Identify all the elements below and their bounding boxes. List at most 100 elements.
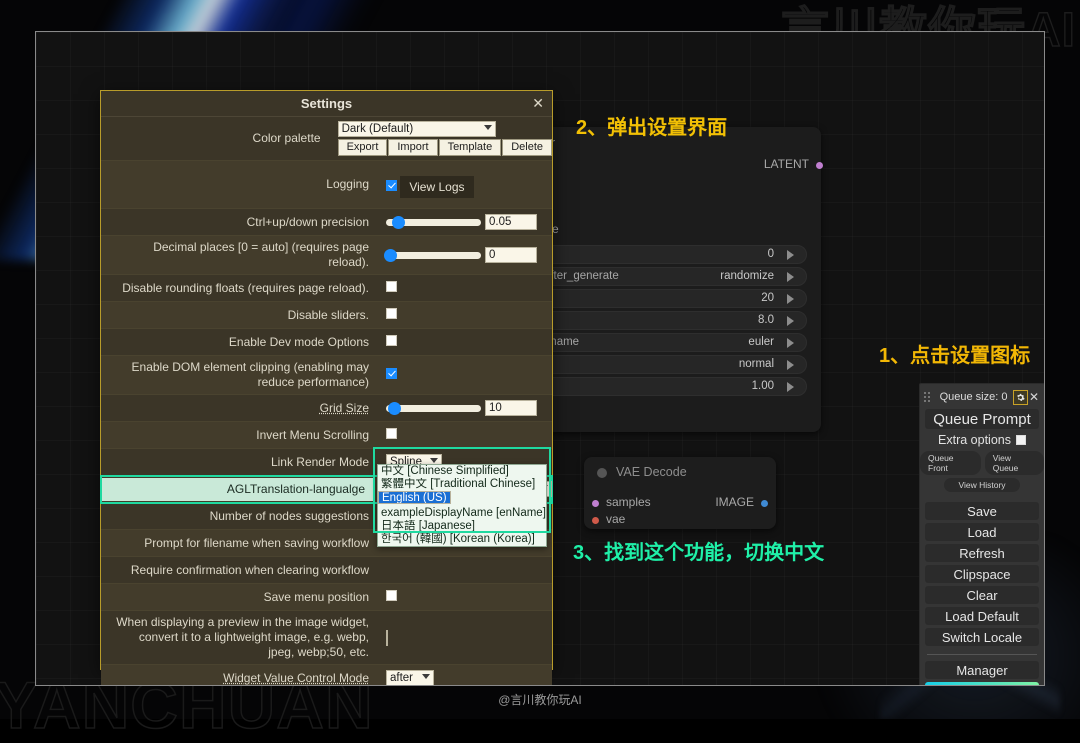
menu-header: Queue size: 0 ✕ (920, 384, 1044, 407)
widget-value-mode-select[interactable]: after (386, 670, 434, 685)
setting-control: Dark (Default) Export Import Template De… (330, 118, 552, 159)
settings-dialog: Settings ✕ Color palette Dark (Default) … (100, 90, 553, 685)
setting-label: Enable DOM element clipping (enabling ma… (131, 360, 369, 389)
annotation-step-1: 1、点击设置图标 (879, 345, 1031, 367)
save-button[interactable]: Save (925, 502, 1039, 520)
disable-sliders-checkbox[interactable] (386, 308, 397, 319)
setting-label: Color palette (252, 131, 321, 145)
palette-delete-button[interactable]: Delete (502, 139, 552, 156)
grid-size-slider[interactable] (386, 401, 481, 415)
language-option[interactable]: 繁體中文 [Traditional Chinese] (378, 478, 546, 491)
annotation-step-2: 2、弹出设置界面 (576, 117, 728, 139)
language-option[interactable]: 日本語 [Japanese] (378, 520, 546, 533)
save-menu-position-checkbox[interactable] (386, 590, 397, 601)
node-input-samples[interactable]: samples (592, 495, 651, 512)
node-output-latent[interactable]: LATENT (764, 157, 823, 174)
extra-options-label: Extra options (938, 433, 1011, 447)
chevron-right-icon[interactable] (787, 338, 794, 348)
setting-row-grid-size: Grid Size 10 (101, 395, 552, 422)
view-logs-button[interactable]: View Logs (400, 175, 474, 198)
decimal-places-value[interactable]: 0 (485, 247, 537, 263)
node-vae-decode[interactable]: VAE Decode samples vae IMAGE (584, 457, 776, 529)
setting-control (378, 587, 552, 607)
switch-locale-button[interactable]: Switch Locale (925, 628, 1039, 646)
chevron-right-icon[interactable] (787, 382, 794, 392)
widget-value: 20 (761, 292, 774, 304)
input-label: samples (606, 495, 651, 509)
invert-menu-checkbox[interactable] (386, 428, 397, 439)
preview-format-input[interactable] (386, 629, 388, 646)
chevron-right-icon[interactable] (787, 250, 794, 260)
decimal-places-slider[interactable] (384, 248, 481, 262)
view-queue-button[interactable]: View Queue (984, 451, 1044, 475)
setting-control (378, 567, 552, 573)
ctrl-precision-slider[interactable] (386, 215, 481, 229)
share-button[interactable]: Share (925, 682, 1039, 685)
palette-import-button[interactable]: Import (388, 139, 438, 156)
settings-gear-button[interactable] (1013, 389, 1028, 405)
ctrl-precision-value[interactable]: 0.05 (485, 214, 537, 230)
clipspace-button[interactable]: Clipspace (925, 565, 1039, 583)
manager-button[interactable]: Manager (925, 661, 1039, 679)
chevron-right-icon[interactable] (787, 294, 794, 304)
agl-language-options-list[interactable]: 中文 [Chinese Simplified] 繁體中文 [Traditiona… (377, 464, 547, 547)
color-palette-select[interactable]: Dark (Default) (337, 121, 496, 137)
setting-control (378, 332, 552, 352)
node-input-vae[interactable]: vae (592, 512, 625, 529)
load-button[interactable]: Load (925, 523, 1039, 541)
chevron-down-icon (422, 674, 430, 679)
palette-export-button[interactable]: Export (337, 139, 388, 156)
setting-control: after (378, 667, 552, 685)
setting-row-dev-mode: Enable Dev mode Options (101, 329, 552, 356)
chevron-down-icon (483, 125, 492, 130)
close-menu-button[interactable]: ✕ (1028, 391, 1040, 403)
extra-options-row[interactable]: Extra options (920, 432, 1044, 448)
chevron-right-icon[interactable] (787, 272, 794, 282)
comfy-menu-panel: Queue size: 0 ✕ Queue Prompt Extra optio… (919, 383, 1044, 685)
extra-options-checkbox[interactable] (1015, 435, 1026, 445)
drag-handle-icon[interactable] (924, 391, 932, 403)
collapse-icon[interactable] (597, 468, 607, 478)
grid-size-value[interactable]: 10 (485, 400, 537, 416)
setting-label: When displaying a preview in the image w… (116, 615, 369, 659)
node-title: VAE Decode (616, 465, 687, 479)
language-option[interactable]: 中文 [Chinese Simplified] (378, 465, 546, 478)
setting-row-invert-menu: Invert Menu Scrolling (101, 422, 552, 449)
widget-value: randomize (720, 270, 774, 282)
language-option-selected[interactable]: English (US) (378, 491, 451, 504)
chevron-right-icon[interactable] (787, 316, 794, 326)
settings-header: Settings ✕ (101, 91, 552, 117)
load-default-button[interactable]: Load Default (925, 607, 1039, 625)
language-option[interactable]: exampleDisplayName [enName] (378, 507, 546, 520)
annotation-step-3: 3、找到这个功能，切换中文 (573, 542, 825, 564)
language-option[interactable]: 한국어 (韓國) [Korean (Korea)] (378, 533, 546, 546)
image-port-dot[interactable] (761, 500, 768, 507)
queue-prompt-button[interactable]: Queue Prompt (925, 409, 1039, 429)
disable-rounding-checkbox[interactable] (386, 281, 397, 292)
settings-title: Settings (300, 96, 353, 111)
settings-close-button[interactable]: ✕ (532, 91, 544, 116)
clear-button[interactable]: Clear (925, 586, 1039, 604)
setting-row-preview-format: When displaying a preview in the image w… (101, 611, 552, 665)
setting-label: Link Render Mode (270, 454, 369, 469)
setting-row-widget-value-mode: Widget Value Control Mode after (101, 665, 552, 685)
setting-control (378, 628, 552, 648)
dev-mode-checkbox[interactable] (386, 335, 397, 346)
setting-row-disable-sliders: Disable sliders. (101, 302, 552, 329)
logging-checkbox[interactable] (386, 179, 397, 191)
node-output-image[interactable]: IMAGE (715, 495, 768, 512)
comfyui-window: KSampler LATENT latent_image seed 0 cont… (35, 31, 1045, 686)
setting-control: View Logs (378, 169, 552, 201)
palette-template-button[interactable]: Template (438, 139, 502, 156)
vae-port-dot[interactable] (592, 517, 599, 524)
samples-port-dot[interactable] (592, 500, 599, 507)
view-history-button[interactable]: View History (944, 478, 1020, 492)
setting-label: Enable Dev mode Options (228, 334, 369, 349)
latent-port-dot[interactable] (816, 162, 823, 169)
setting-row-ctrl-precision: Ctrl+up/down precision 0.05 (101, 209, 552, 236)
refresh-button[interactable]: Refresh (925, 544, 1039, 562)
setting-row-logging: Logging View Logs (101, 161, 552, 209)
dom-clipping-checkbox[interactable] (386, 368, 397, 379)
queue-front-button[interactable]: Queue Front (920, 451, 981, 475)
chevron-right-icon[interactable] (787, 360, 794, 370)
